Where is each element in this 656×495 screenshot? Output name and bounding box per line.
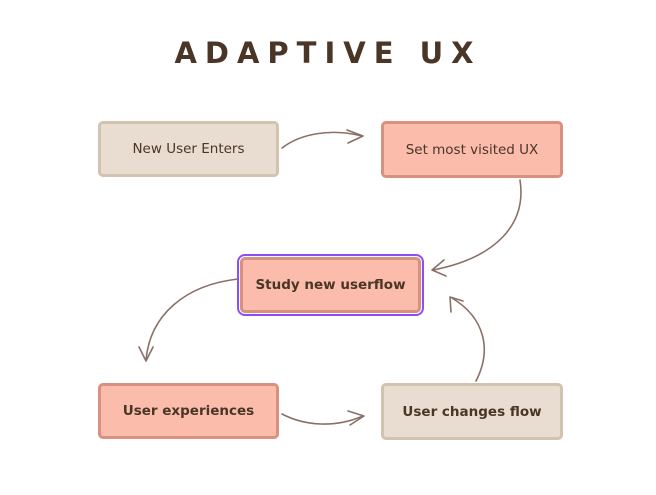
arrow-experiences-to-changes <box>281 410 365 426</box>
node-user-changes-flow[interactable]: User changes flow <box>381 383 563 440</box>
arrow-changes-to-study <box>449 296 485 382</box>
node-user-experiences[interactable]: User experiences <box>98 383 279 439</box>
arrow-study-to-experiences <box>138 278 239 362</box>
node-study-new-userflow[interactable]: Study new userflow <box>237 254 424 316</box>
node-label: User changes flow <box>402 403 542 420</box>
node-set-most-visited-ux[interactable]: Set most visited UX <box>381 121 563 178</box>
node-label: Set most visited UX <box>405 141 539 158</box>
node-label: User experiences <box>122 403 255 419</box>
arrow-set-to-study <box>431 179 522 277</box>
node-label: New User Enters <box>132 141 245 157</box>
arrow-enters-to-set <box>281 129 364 149</box>
node-label: Study new userflow <box>255 277 406 293</box>
node-new-user-enters[interactable]: New User Enters <box>98 121 279 177</box>
